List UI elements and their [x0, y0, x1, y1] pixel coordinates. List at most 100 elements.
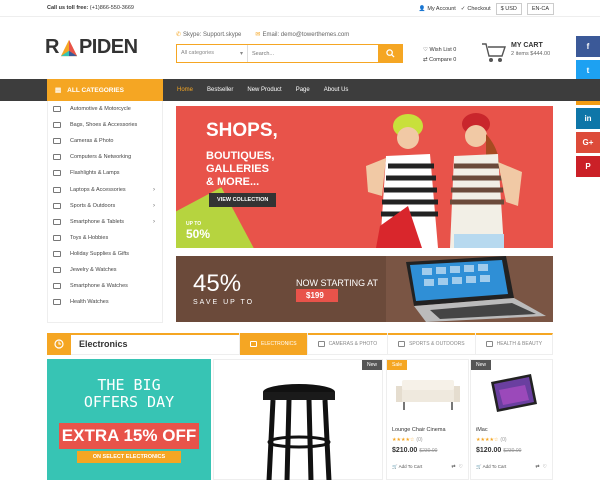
mini-cart[interactable]: MY CART 2 items $444.00	[481, 42, 550, 64]
add-to-cart-button[interactable]: 🛒 Add To Cart	[392, 464, 422, 470]
site-logo[interactable]: R PIDEN	[45, 36, 138, 59]
clock-icon	[54, 339, 64, 349]
rating-stars: ★★★★☆	[392, 437, 415, 443]
banner-discount: 50%	[186, 227, 211, 241]
compare-icon[interactable]: ⇄	[535, 464, 539, 470]
search-category-select[interactable]: All categories	[177, 45, 248, 62]
product-rating: ★★★★☆ (0)	[476, 437, 507, 443]
skype-icon: ✆	[176, 32, 182, 38]
banner-subtitle-line: BOUTIQUES,	[206, 150, 275, 162]
laptop-image	[386, 256, 553, 322]
skype-info: ✆ Skype: Support.skype	[176, 31, 241, 38]
category-sidebar: Automotive & Motorcycle Bags, Shoes & Acc…	[47, 101, 163, 323]
facebook-icon[interactable]: f	[576, 36, 600, 57]
product-actions: ⇄ ♡	[451, 464, 463, 470]
sidebar-item[interactable]: Flashlights & Lamps	[48, 165, 162, 181]
tab-icon	[485, 341, 493, 347]
sidebar-item[interactable]: Computers & Networking	[48, 149, 162, 165]
sidebar-item-label: Smartphone & Tablets	[70, 218, 125, 225]
my-account-link[interactable]: 👤 My Account	[419, 6, 456, 12]
nav-link-page[interactable]: Page	[289, 87, 317, 93]
tab-health-beauty[interactable]: HEALTH & BEAUTY	[474, 333, 552, 355]
sidebar-item[interactable]: Cameras & Photo	[48, 133, 162, 149]
heart-icon[interactable]: ♡	[543, 464, 547, 470]
chevron-right-icon: ›	[153, 186, 155, 193]
price-old: $230.00	[419, 448, 438, 454]
new-badge: New	[361, 360, 382, 370]
view-collection-button[interactable]: VIEW COLLECTION	[209, 193, 277, 207]
all-categories-button[interactable]: ▤ ALL CATEGORIES	[47, 79, 163, 101]
sidebar-item-label: Jewelry & Watches	[70, 266, 117, 273]
wishlist-compare: ♡ Wish List 0 ⇄ Compare 0	[423, 45, 456, 65]
wishlist-label: Wish List 0	[429, 47, 457, 53]
menu-icon: ▤	[55, 87, 62, 94]
review-count: (0)	[500, 437, 507, 443]
sidebar-item[interactable]: Laptops & Accessories ›	[48, 181, 162, 197]
check-icon: ✓	[460, 6, 466, 12]
product-card[interactable]: Sale Lounge Chair Cinema ★★★★☆ (0) $210.0…	[386, 359, 469, 480]
promo-ribbon: EXTRA 15% OFF	[59, 423, 199, 449]
banner-subtitle-line: GALLERIES	[206, 163, 269, 175]
nav-link-bestseller[interactable]: Bestseller	[200, 87, 240, 93]
sidebar-item-label: Cameras & Photo	[70, 138, 114, 145]
big-offers-promo[interactable]: THE BIG OFFERS DAY EXTRA 15% OFF ON SELE…	[47, 359, 211, 480]
sidebar-item[interactable]: Health Watches	[48, 294, 162, 310]
nav-link-new-product[interactable]: New Product	[240, 87, 288, 93]
nav-link-about-us[interactable]: About Us	[317, 87, 356, 93]
sidebar-item[interactable]: Bags, Shoes & Accessories	[48, 117, 162, 133]
search-input[interactable]	[248, 45, 378, 62]
email-label: Email: demo@towerthemes.com	[262, 32, 350, 38]
tab-label: CAMERAS & PHOTO	[328, 341, 378, 347]
tab-cameras-photo[interactable]: CAMERAS & PHOTO	[306, 333, 388, 355]
banner2-price: $199	[296, 289, 338, 302]
compare-link[interactable]: ⇄ Compare 0	[423, 55, 456, 65]
top-bar: Call us toll free: (+1)866-550-3669 👤 My…	[0, 0, 600, 17]
sidebar-item-label: Computers & Networking	[70, 154, 132, 161]
wishlist-link[interactable]: ♡ Wish List 0	[423, 45, 456, 55]
product-card[interactable]: New iMac ★★★★☆ (0) $120.00 $230.00 🛒 Add T…	[470, 359, 553, 480]
sidebar-item[interactable]: Smartphone & Tablets ›	[48, 214, 162, 230]
googleplus-icon[interactable]: G+	[576, 132, 600, 153]
sidebar-item[interactable]: Sports & Outdoors ›	[48, 198, 162, 214]
sidebar-item[interactable]: Jewelry & Watches	[48, 262, 162, 278]
sidebar-item-label: Smartphone & Watches	[70, 283, 128, 290]
nav-link-home[interactable]: Home	[170, 87, 200, 93]
banner-models-image	[346, 106, 553, 248]
language-selector[interactable]: EN-CA	[526, 3, 554, 15]
sidebar-item[interactable]: Smartphone & Watches	[48, 278, 162, 294]
email-info: ✉ Email: demo@towerthemes.com	[255, 31, 349, 38]
tab-sports-outdoors[interactable]: SPORTS & OUTDOORS	[387, 333, 474, 355]
sidebar-item-label: Sports & Outdoors	[70, 202, 116, 209]
linkedin-icon[interactable]: in	[576, 108, 600, 129]
dollar-icon: $	[500, 6, 504, 12]
category-icon	[53, 186, 61, 193]
tab-electronics[interactable]: ELECTRONICS	[239, 333, 307, 355]
heart-icon[interactable]: ♡	[459, 464, 463, 470]
add-to-cart-button[interactable]: 🛒 Add To Cart	[476, 464, 506, 470]
lounge-chair-image	[396, 380, 460, 410]
product-name[interactable]: Lounge Chair Cinema	[392, 427, 446, 433]
section-icon	[47, 333, 71, 355]
product-card-featured[interactable]: New	[213, 359, 383, 480]
review-count: (0)	[416, 437, 423, 443]
sidebar-item[interactable]: Toys & Hobbies	[48, 230, 162, 246]
call-number: (+1)866-550-3669	[89, 5, 134, 11]
compare-icon[interactable]: ⇄	[451, 464, 455, 470]
sidebar-item-label: Automotive & Motorcycle	[70, 106, 131, 113]
sidebar-item[interactable]: Automotive & Motorcycle	[48, 101, 162, 117]
search-button[interactable]	[378, 45, 402, 62]
product-price: $120.00 $230.00	[476, 447, 521, 454]
category-icon	[53, 154, 61, 161]
checkout-link[interactable]: ✓ Checkout	[461, 6, 491, 12]
currency-selector[interactable]: $ USD	[495, 3, 522, 15]
cart-summary: 2 items $444.00	[511, 51, 551, 57]
pinterest-icon[interactable]: P	[576, 156, 600, 177]
promo-subtext: ON SELECT ELECTRONICS	[77, 451, 181, 463]
envelope-icon: ✉	[255, 32, 261, 38]
product-name[interactable]: iMac	[476, 427, 488, 433]
sidebar-item[interactable]: Holiday Supplies & Gifts	[48, 246, 162, 262]
banner-subtitle: BOUTIQUES, GALLERIES & MORE...	[206, 150, 274, 189]
promo-banner-laptop[interactable]: 45% SAVE UP TO NOW STARTING AT $199	[176, 256, 553, 322]
twitter-icon[interactable]: t	[576, 60, 600, 81]
hero-banner[interactable]: SHOPS, BOUTIQUES, GALLERIES & MORE... VI…	[176, 106, 553, 248]
